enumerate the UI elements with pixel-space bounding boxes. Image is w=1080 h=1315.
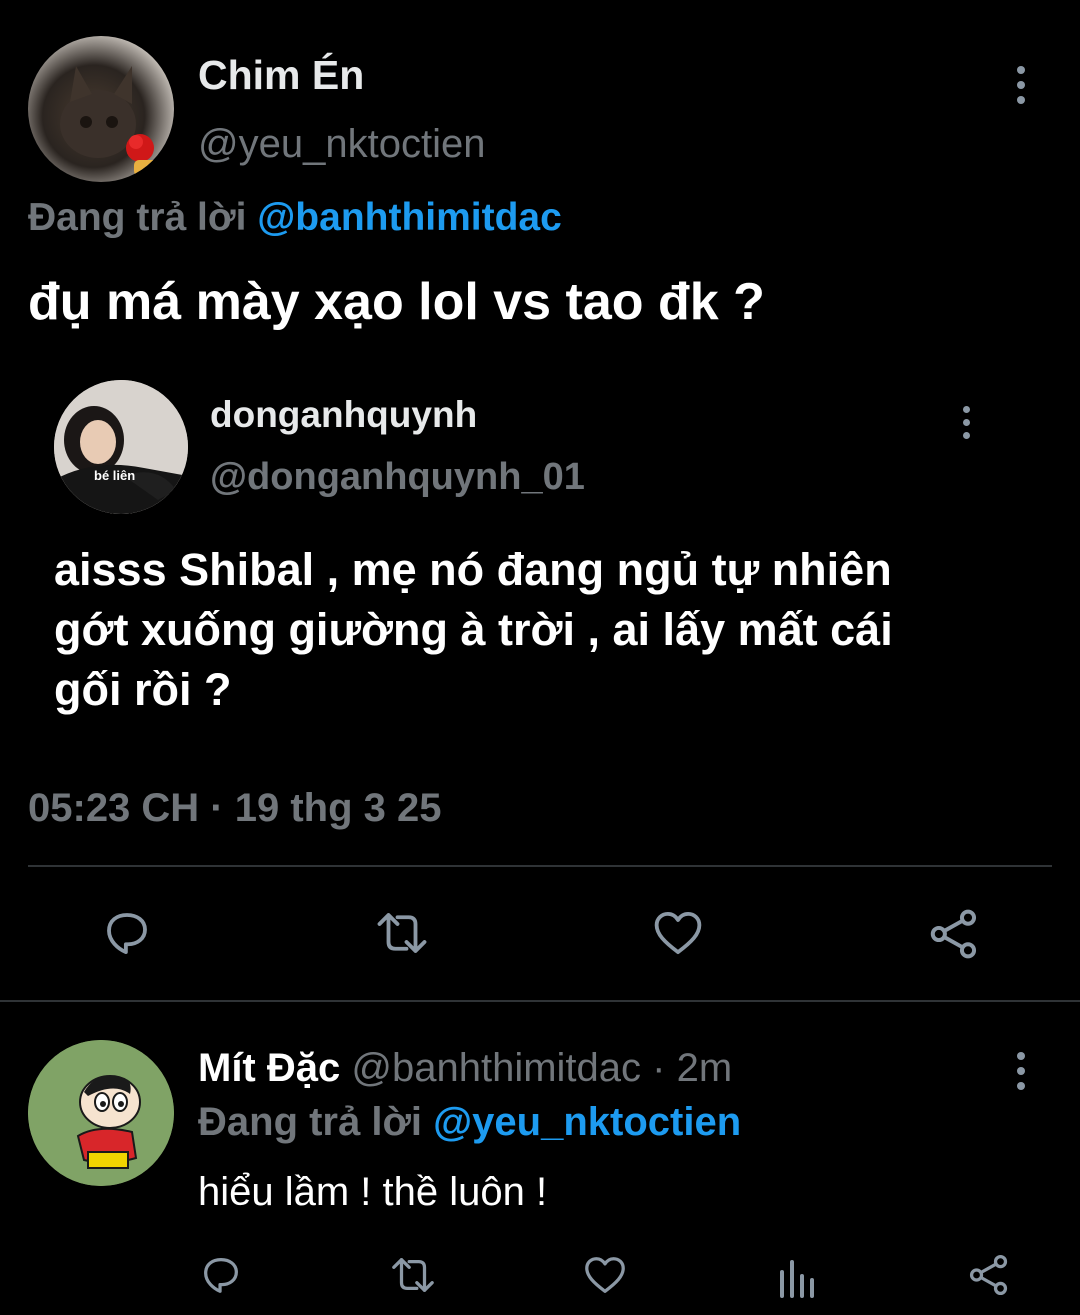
quoted-tweet-text: aisss Shibal , mẹ nó đang ngủ tự nhiên g… — [54, 540, 893, 720]
reply-to-link[interactable]: @banhthimitdac — [257, 196, 562, 239]
reply-share-button[interactable] — [966, 1252, 1012, 1298]
author-display-name[interactable]: Chim Én — [198, 52, 364, 99]
reply-like-button[interactable] — [582, 1252, 628, 1298]
reply-header: Mít Đặc @banhthimitdac · 2m — [198, 1046, 732, 1091]
reply-retweet-button[interactable] — [386, 1252, 440, 1298]
reply-icon — [107, 913, 147, 955]
quoted-text-line-1: aisss Shibal , mẹ nó đang ngủ tự nhiên — [54, 544, 892, 595]
avatar-shirt-text: bé liên — [94, 468, 136, 483]
author-handle[interactable]: @yeu_nktoctien — [198, 122, 485, 167]
retweet-button[interactable] — [370, 906, 434, 960]
more-options-icon[interactable] — [1015, 66, 1027, 104]
share-button[interactable] — [926, 906, 982, 962]
views-button[interactable] — [776, 1254, 816, 1298]
quoted-more-options-icon[interactable] — [960, 406, 972, 439]
avatar-mit-dac[interactable] — [28, 1040, 174, 1186]
views-icon — [780, 1260, 814, 1298]
quoted-text-line-3: gối rồi ? — [54, 664, 232, 715]
tweet-text: đụ má mày xạo lol vs tao đk ? — [28, 273, 765, 331]
reply-icon — [204, 1258, 238, 1293]
shin-chan-image — [28, 1040, 174, 1186]
share-icon — [930, 909, 977, 959]
avatar-donganhquynh[interactable]: bé liên — [54, 380, 188, 514]
reply-time[interactable]: · 2m — [652, 1046, 732, 1090]
reply-prefix: Đang trả lời — [28, 196, 247, 239]
tweet-timestamp[interactable]: 05:23 CH · 19 thg 3 25 — [28, 786, 442, 831]
retweet-icon — [377, 913, 427, 953]
reply-tweet-to-link[interactable]: @yeu_nktoctien — [433, 1100, 741, 1144]
reply-tweet-text: hiểu lầm ! thề luôn ! — [198, 1170, 548, 1214]
divider — [28, 865, 1052, 867]
like-button[interactable] — [650, 906, 706, 960]
reply-tweet-prefix: Đang trả lời — [198, 1100, 423, 1144]
reply-reply-button[interactable] — [198, 1252, 244, 1298]
section-divider — [0, 1000, 1080, 1002]
reply-handle[interactable]: @banhthimitdac — [351, 1046, 641, 1090]
retweet-icon — [392, 1258, 434, 1292]
quoted-handle[interactable]: @donganhquynh_01 — [210, 456, 585, 499]
reply-context: Đang trả lời @banhthimitdac — [28, 196, 562, 240]
reply-display-name[interactable]: Mít Đặc — [198, 1046, 340, 1090]
cat-rose-image — [60, 66, 160, 176]
quoted-display-name[interactable]: donganhquynh — [210, 394, 477, 436]
reply-tweet-context: Đang trả lời @yeu_nktoctien — [198, 1100, 741, 1145]
heart-icon — [585, 1257, 625, 1293]
quoted-text-line-2: gớt xuống giường à trời , ai lấy mất cái — [54, 604, 893, 655]
reply-more-options-icon[interactable] — [1015, 1052, 1027, 1090]
share-icon — [969, 1254, 1008, 1296]
avatar-chim-en[interactable] — [28, 36, 174, 182]
heart-icon — [654, 911, 702, 955]
person-image — [54, 380, 188, 514]
reply-button[interactable] — [100, 906, 154, 960]
